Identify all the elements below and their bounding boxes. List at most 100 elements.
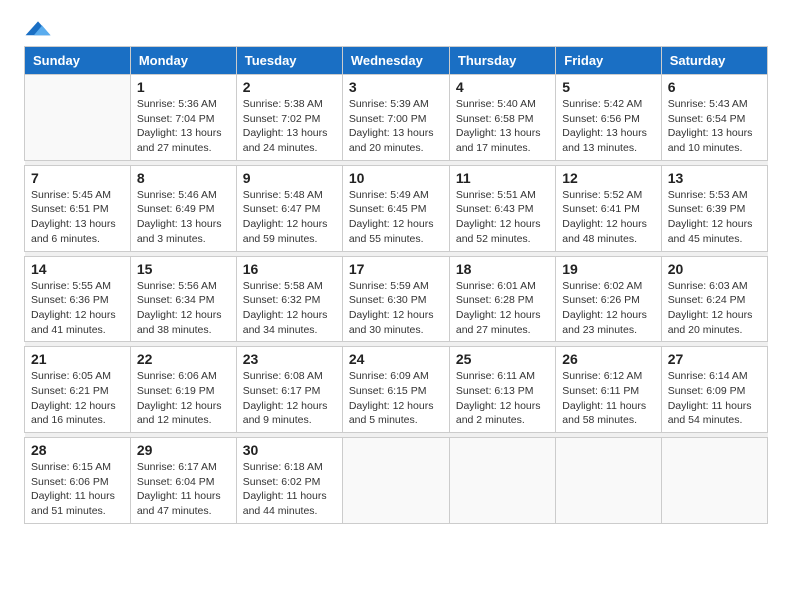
day-number: 2 [243,79,336,95]
day-info: Sunrise: 5:59 AMSunset: 6:30 PMDaylight:… [349,279,443,338]
calendar-cell: 5 Sunrise: 5:42 AMSunset: 6:56 PMDaylight… [556,75,661,161]
calendar-cell: 19 Sunrise: 6:02 AMSunset: 6:26 PMDayligh… [556,256,661,342]
day-number: 21 [31,351,124,367]
calendar-cell: 21 Sunrise: 6:05 AMSunset: 6:21 PMDayligh… [25,347,131,433]
day-number: 16 [243,261,336,277]
day-info: Sunrise: 5:53 AMSunset: 6:39 PMDaylight:… [668,188,761,247]
calendar-cell [556,438,661,524]
calendar-cell: 28Sunrise: 6:15 AMSunset: 6:06 PMDayligh… [25,438,131,524]
day-info: Sunrise: 6:09 AMSunset: 6:15 PMDaylight:… [349,369,443,428]
calendar-week-row: 21 Sunrise: 6:05 AMSunset: 6:21 PMDayligh… [25,347,768,433]
weekday-header: Thursday [449,47,555,75]
calendar-week-row: 1 Sunrise: 5:36 AMSunset: 7:04 PMDaylight… [25,75,768,161]
day-info: Sunrise: 5:40 AMSunset: 6:58 PMDaylight:… [456,97,549,156]
calendar-week-row: 28Sunrise: 6:15 AMSunset: 6:06 PMDayligh… [25,438,768,524]
calendar-cell: 16 Sunrise: 5:58 AMSunset: 6:32 PMDayligh… [236,256,342,342]
day-number: 26 [562,351,654,367]
calendar-cell [25,75,131,161]
weekday-header: Wednesday [342,47,449,75]
calendar-cell: 6 Sunrise: 5:43 AMSunset: 6:54 PMDaylight… [661,75,767,161]
day-info: Sunrise: 5:46 AMSunset: 6:49 PMDaylight:… [137,188,230,247]
day-info: Sunrise: 6:05 AMSunset: 6:21 PMDaylight:… [31,369,124,428]
day-info: Sunrise: 5:36 AMSunset: 7:04 PMDaylight:… [137,97,230,156]
calendar-cell: 20 Sunrise: 6:03 AMSunset: 6:24 PMDayligh… [661,256,767,342]
day-info: Sunrise: 5:55 AMSunset: 6:36 PMDaylight:… [31,279,124,338]
day-number: 12 [562,170,654,186]
calendar-week-row: 14 Sunrise: 5:55 AMSunset: 6:36 PMDayligh… [25,256,768,342]
day-number: 6 [668,79,761,95]
day-number: 11 [456,170,549,186]
calendar-cell: 23 Sunrise: 6:08 AMSunset: 6:17 PMDayligh… [236,347,342,433]
day-info: Sunrise: 5:48 AMSunset: 6:47 PMDaylight:… [243,188,336,247]
weekday-header: Friday [556,47,661,75]
calendar-cell [661,438,767,524]
day-info: Sunrise: 6:12 AMSunset: 6:11 PMDaylight:… [562,369,654,428]
day-number: 8 [137,170,230,186]
calendar-cell: 8 Sunrise: 5:46 AMSunset: 6:49 PMDaylight… [130,165,236,251]
day-info: Sunrise: 6:03 AMSunset: 6:24 PMDaylight:… [668,279,761,338]
day-info: Sunrise: 6:17 AMSunset: 6:04 PMDaylight:… [137,460,230,519]
day-info: Sunrise: 5:39 AMSunset: 7:00 PMDaylight:… [349,97,443,156]
calendar-cell: 3Sunrise: 5:39 AMSunset: 7:00 PMDaylight… [342,75,449,161]
weekday-header: Saturday [661,47,767,75]
day-number: 24 [349,351,443,367]
weekday-header: Tuesday [236,47,342,75]
day-number: 28 [31,442,124,458]
day-info: Sunrise: 6:14 AMSunset: 6:09 PMDaylight:… [668,369,761,428]
calendar-cell: 14 Sunrise: 5:55 AMSunset: 6:36 PMDayligh… [25,256,131,342]
calendar: SundayMondayTuesdayWednesdayThursdayFrid… [24,46,768,524]
day-number: 20 [668,261,761,277]
calendar-cell [449,438,555,524]
day-number: 4 [456,79,549,95]
weekday-header: Sunday [25,47,131,75]
day-info: Sunrise: 6:02 AMSunset: 6:26 PMDaylight:… [562,279,654,338]
day-info: Sunrise: 5:51 AMSunset: 6:43 PMDaylight:… [456,188,549,247]
calendar-cell: 1 Sunrise: 5:36 AMSunset: 7:04 PMDaylight… [130,75,236,161]
header [24,20,768,38]
day-number: 5 [562,79,654,95]
day-number: 1 [137,79,230,95]
day-number: 27 [668,351,761,367]
calendar-cell: 2 Sunrise: 5:38 AMSunset: 7:02 PMDaylight… [236,75,342,161]
calendar-cell: 12 Sunrise: 5:52 AMSunset: 6:41 PMDayligh… [556,165,661,251]
day-info: Sunrise: 5:43 AMSunset: 6:54 PMDaylight:… [668,97,761,156]
calendar-cell: 18Sunrise: 6:01 AMSunset: 6:28 PMDayligh… [449,256,555,342]
day-info: Sunrise: 6:18 AMSunset: 6:02 PMDaylight:… [243,460,336,519]
day-info: Sunrise: 5:58 AMSunset: 6:32 PMDaylight:… [243,279,336,338]
calendar-cell: 15 Sunrise: 5:56 AMSunset: 6:34 PMDayligh… [130,256,236,342]
day-info: Sunrise: 5:49 AMSunset: 6:45 PMDaylight:… [349,188,443,247]
day-number: 7 [31,170,124,186]
day-info: Sunrise: 6:06 AMSunset: 6:19 PMDaylight:… [137,369,230,428]
day-number: 22 [137,351,230,367]
calendar-cell: 9 Sunrise: 5:48 AMSunset: 6:47 PMDaylight… [236,165,342,251]
calendar-week-row: 7Sunrise: 5:45 AMSunset: 6:51 PMDaylight… [25,165,768,251]
logo [24,20,52,38]
day-info: Sunrise: 5:56 AMSunset: 6:34 PMDaylight:… [137,279,230,338]
day-number: 13 [668,170,761,186]
day-number: 10 [349,170,443,186]
calendar-cell: 17Sunrise: 5:59 AMSunset: 6:30 PMDayligh… [342,256,449,342]
day-info: Sunrise: 6:11 AMSunset: 6:13 PMDaylight:… [456,369,549,428]
day-number: 19 [562,261,654,277]
day-number: 14 [31,261,124,277]
calendar-cell: 27 Sunrise: 6:14 AMSunset: 6:09 PMDayligh… [661,347,767,433]
calendar-cell [342,438,449,524]
calendar-cell: 24 Sunrise: 6:09 AMSunset: 6:15 PMDayligh… [342,347,449,433]
calendar-cell: 25Sunrise: 6:11 AMSunset: 6:13 PMDayligh… [449,347,555,433]
day-info: Sunrise: 5:42 AMSunset: 6:56 PMDaylight:… [562,97,654,156]
day-info: Sunrise: 5:38 AMSunset: 7:02 PMDaylight:… [243,97,336,156]
calendar-cell: 13 Sunrise: 5:53 AMSunset: 6:39 PMDayligh… [661,165,767,251]
calendar-cell: 4 Sunrise: 5:40 AMSunset: 6:58 PMDaylight… [449,75,555,161]
calendar-cell: 11 Sunrise: 5:51 AMSunset: 6:43 PMDayligh… [449,165,555,251]
day-info: Sunrise: 6:08 AMSunset: 6:17 PMDaylight:… [243,369,336,428]
day-info: Sunrise: 5:52 AMSunset: 6:41 PMDaylight:… [562,188,654,247]
day-number: 18 [456,261,549,277]
calendar-cell: 29 Sunrise: 6:17 AMSunset: 6:04 PMDayligh… [130,438,236,524]
calendar-cell: 26 Sunrise: 6:12 AMSunset: 6:11 PMDayligh… [556,347,661,433]
calendar-cell: 30Sunrise: 6:18 AMSunset: 6:02 PMDayligh… [236,438,342,524]
day-number: 9 [243,170,336,186]
day-number: 23 [243,351,336,367]
day-number: 15 [137,261,230,277]
day-number: 29 [137,442,230,458]
weekday-header: Monday [130,47,236,75]
